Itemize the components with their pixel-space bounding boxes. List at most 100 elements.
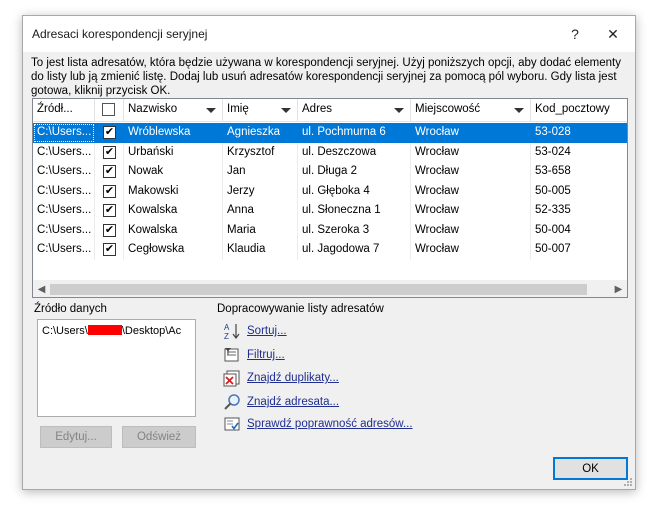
cell-adres[interactable]: ul. Głęboka 4: [298, 181, 411, 201]
column-header-select-all[interactable]: [95, 99, 124, 122]
cell-nazwisko[interactable]: Kowalska: [124, 220, 223, 240]
dropdown-arrow-icon[interactable]: [206, 108, 216, 113]
column-header-adres[interactable]: Adres: [298, 99, 411, 122]
horizontal-scrollbar[interactable]: ◀ ▶: [33, 280, 627, 297]
cell-nazwisko[interactable]: Cegłowska: [124, 240, 223, 260]
validate-addresses-icon: [224, 417, 240, 431]
row-checkbox[interactable]: ✔: [103, 184, 116, 198]
checkmark-icon: ✔: [104, 126, 115, 138]
cell-source[interactable]: C:\Users...: [33, 142, 95, 162]
cell-imie[interactable]: Jerzy: [223, 181, 298, 201]
cell-miejscowosc[interactable]: Wrocław: [411, 220, 531, 240]
cell-miejscowosc[interactable]: Wrocław: [411, 201, 531, 221]
row-checkbox[interactable]: ✔: [103, 204, 116, 217]
sort-az-icon: A Z: [224, 323, 240, 340]
column-header-source[interactable]: Źródł...: [33, 99, 95, 122]
ok-button[interactable]: OK: [553, 457, 628, 480]
scrollbar-thumb[interactable]: [50, 284, 587, 295]
cell-nazwisko[interactable]: Kowalska: [124, 201, 223, 221]
find-duplicates-link[interactable]: Znajdź duplikaty...: [247, 372, 339, 384]
cell-adres[interactable]: ul. Pochmurna 6: [298, 123, 411, 143]
sort-link-row[interactable]: A Z Sortuj...: [223, 322, 287, 340]
cell-source[interactable]: C:\Users...: [33, 201, 95, 221]
cell-imie[interactable]: Krzysztof: [223, 142, 298, 162]
table-row[interactable]: C:\Users... ✔ Makowski Jerzy ul. Głęboka 4 Wr…: [33, 181, 627, 202]
cell-miejscowosc[interactable]: Wrocław: [411, 162, 531, 182]
cell-source[interactable]: C:\Users...: [33, 162, 95, 182]
cell-adres[interactable]: ul. Deszczowa: [298, 142, 411, 162]
row-checkbox[interactable]: ✔: [103, 243, 116, 256]
cell-kod[interactable]: 53-024: [531, 143, 627, 163]
cell-imie[interactable]: Agnieszka: [223, 123, 298, 143]
cell-adres[interactable]: ul. Jagodowa 7: [298, 240, 411, 260]
cell-adres[interactable]: ul. Szeroka 3: [298, 220, 411, 240]
column-header-imie[interactable]: Imię: [223, 99, 298, 122]
cell-imie[interactable]: Klaudia: [223, 240, 298, 260]
datasource-list[interactable]: C:\Users\ \Desktop\Ac: [37, 319, 196, 417]
cell-nazwisko[interactable]: Makowski: [124, 181, 223, 201]
scroll-left-arrow-icon[interactable]: ◀: [33, 281, 50, 297]
cell-kod[interactable]: 50-004: [531, 221, 627, 241]
find-recipient-link-row[interactable]: Znajdź adresata...: [223, 393, 339, 411]
column-header-kod[interactable]: Kod_pocztowy: [531, 99, 627, 122]
column-header-nazwisko[interactable]: Nazwisko: [124, 99, 223, 122]
cell-imie[interactable]: Maria: [223, 220, 298, 240]
table-row[interactable]: C:\Users... ✔ Wróblewska Agnieszka ul. Pochm…: [33, 123, 627, 143]
cell-nazwisko[interactable]: Urbański: [124, 142, 223, 162]
cell-imie[interactable]: Anna: [223, 201, 298, 221]
filter-link[interactable]: Filtruj...: [247, 349, 285, 361]
refresh-button[interactable]: Odśwież: [122, 426, 196, 448]
cell-kod[interactable]: 50-007: [531, 240, 627, 260]
table-row[interactable]: C:\Users... ✔ Kowalska Anna ul. Słoneczna 1W…: [33, 201, 627, 221]
row-checkbox[interactable]: ✔: [103, 223, 116, 237]
cell-miejscowosc[interactable]: Wrocław: [411, 142, 531, 162]
cell-source[interactable]: C:\Users...: [33, 240, 95, 260]
find-recipient-link[interactable]: Znajdź adresata...: [247, 396, 339, 408]
table-row[interactable]: C:\Users... ✔ Kowalska Maria ul. Szeroka 3 Wr…: [33, 220, 627, 241]
table-row[interactable]: C:\Users... ✔ Cegłowska Klaudia ul. Jagodowa…: [33, 240, 627, 260]
cell-miejscowosc[interactable]: Wrocław: [411, 181, 531, 201]
filter-link-row[interactable]: Filtruj...: [223, 346, 285, 364]
validate-addresses-link-row[interactable]: Sprawdź poprawność adresów...: [223, 415, 413, 433]
cell-kod[interactable]: 50-005: [531, 182, 627, 202]
dropdown-arrow-icon[interactable]: [394, 108, 404, 113]
datasource-label: Źródło danych: [34, 303, 107, 315]
dialog-description: To jest lista adresatów, która będzie uż…: [31, 57, 621, 97]
recipients-table: Źródł... Nazwisko Imię Adres Miejscowość…: [32, 98, 628, 298]
find-duplicates-link-row[interactable]: Znajdź duplikaty...: [223, 369, 339, 387]
dropdown-arrow-icon[interactable]: [281, 108, 291, 113]
checkmark-icon: ✔: [104, 243, 115, 255]
resize-grip-icon[interactable]: [623, 477, 633, 487]
cell-kod[interactable]: 52-335: [531, 201, 627, 221]
cell-kod[interactable]: 53-028: [531, 123, 627, 143]
row-checkbox[interactable]: ✔: [103, 165, 116, 178]
validate-addresses-link[interactable]: Sprawdź poprawność adresów...: [247, 418, 413, 430]
scroll-right-arrow-icon[interactable]: ▶: [610, 281, 627, 297]
row-checkbox[interactable]: ✔: [103, 145, 116, 159]
cell-kod[interactable]: 53-658: [531, 162, 627, 182]
row-checkbox-cell: ✔: [95, 181, 124, 201]
help-button[interactable]: ?: [555, 16, 595, 52]
row-checkbox[interactable]: ✔: [103, 126, 116, 139]
edit-button[interactable]: Edytuj...: [40, 426, 112, 448]
cell-source[interactable]: C:\Users...: [33, 181, 95, 201]
cell-imie[interactable]: Jan: [223, 162, 298, 182]
cell-miejscowosc[interactable]: Wrocław: [411, 123, 531, 143]
column-header-label: Źródł...: [37, 103, 73, 115]
cell-adres[interactable]: ul. Długa 2: [298, 162, 411, 182]
cell-miejscowosc[interactable]: Wrocław: [411, 240, 531, 260]
close-button[interactable]: ✕: [593, 16, 633, 52]
cell-nazwisko[interactable]: Nowak: [124, 162, 223, 182]
column-header-label: Imię: [227, 103, 249, 115]
dropdown-arrow-icon[interactable]: [514, 108, 524, 113]
cell-nazwisko[interactable]: Wróblewska: [124, 123, 223, 143]
cell-source[interactable]: C:\Users...: [33, 123, 95, 143]
cell-adres[interactable]: ul. Słoneczna 1: [298, 201, 411, 221]
column-header-miejscowosc[interactable]: Miejscowość: [411, 99, 531, 122]
select-all-checkbox[interactable]: [102, 103, 115, 116]
table-row[interactable]: C:\Users... ✔ Nowak Jan ul. Długa 2 Wrocław 53…: [33, 162, 627, 182]
table-row[interactable]: C:\Users... ✔ Urbański Krzysztof ul. Deszczo…: [33, 142, 627, 163]
cell-source[interactable]: C:\Users...: [33, 220, 95, 240]
sort-link[interactable]: Sortuj...: [247, 325, 287, 337]
datasource-item[interactable]: C:\Users\ \Desktop\Ac: [42, 325, 194, 337]
